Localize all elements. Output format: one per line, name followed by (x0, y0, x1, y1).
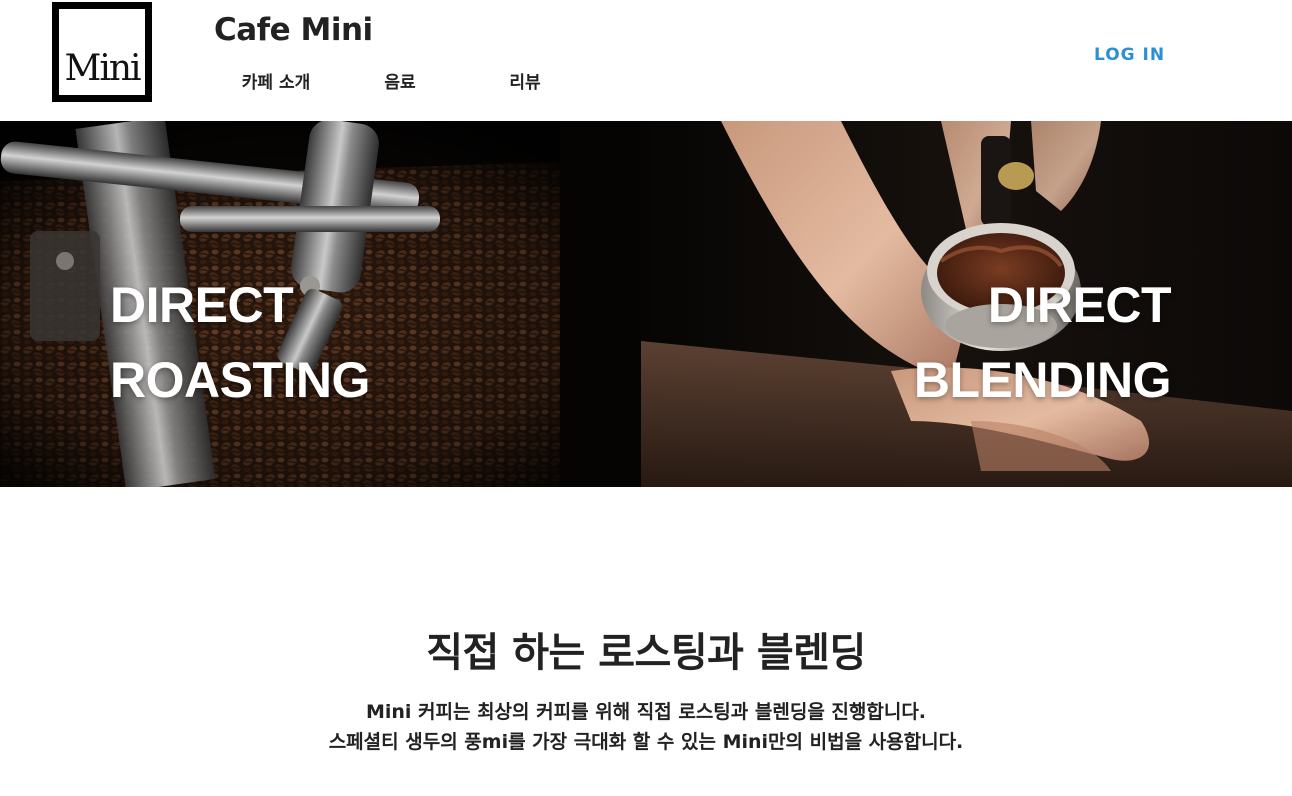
intro-title: 직접 하는 로스팅과 블렌딩 (426, 630, 866, 676)
hero-line: BLENDING (913, 352, 1172, 408)
hero-banner: DIRECT ROASTING DIRECT BLENDING (0, 121, 1292, 487)
hero-title-roasting: DIRECT ROASTING (110, 268, 370, 418)
nav-item-about[interactable]: 카페 소개 (226, 68, 326, 93)
intro-text-line-2: 스페셜티 생두의 풍mi를 가장 극대화 할 수 있는 Mini만의 비법을 사… (328, 731, 964, 753)
site-header: Mini Cafe Mini 카페 소개 음료 리뷰 LOG IN (0, 0, 1292, 121)
intro-text-line-1: Mini 커피는 최상의 커피를 위해 직접 로스팅과 블렌딩을 진행합니다. (365, 701, 927, 723)
login-button[interactable]: LOG IN (1094, 45, 1165, 65)
logo[interactable]: Mini (52, 2, 152, 102)
hero-panel-blending: DIRECT BLENDING (641, 121, 1292, 487)
hero-line: ROASTING (110, 352, 370, 408)
hero-panel-roasting: DIRECT ROASTING (0, 121, 641, 487)
nav-item-reviews[interactable]: 리뷰 (475, 68, 575, 93)
hero-title-blending: DIRECT BLENDING (913, 268, 1172, 418)
nav-item-drinks[interactable]: 음료 (350, 68, 450, 93)
brand-title[interactable]: Cafe Mini (214, 12, 373, 48)
intro-section: 직접 하는 로스팅과 블렌딩 Mini 커피는 최상의 커피를 위해 직접 로스… (0, 487, 1292, 796)
hero-line: DIRECT (987, 277, 1172, 333)
logo-text: Mini (64, 48, 141, 89)
hero-line: DIRECT (110, 277, 294, 333)
